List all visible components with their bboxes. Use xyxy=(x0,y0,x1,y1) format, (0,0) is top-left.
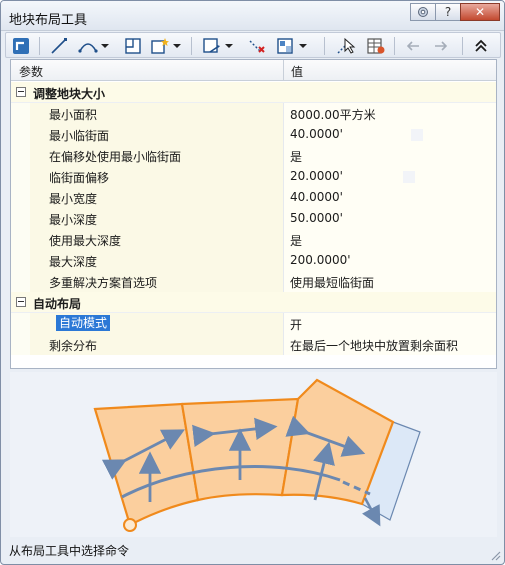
property-row[interactable]: 最小深度 50.0000' xyxy=(11,208,496,229)
parcel-1 xyxy=(93,402,200,527)
grid-header: 参数 值 xyxy=(11,60,496,81)
property-label: 最小临街面 xyxy=(49,129,110,143)
category-auto-layout[interactable]: 自动布局 xyxy=(11,292,496,313)
property-label: 多重解决方案首选项 xyxy=(49,276,158,290)
frontage-button[interactable] xyxy=(202,36,233,56)
table-icon xyxy=(367,38,385,54)
new-object-icon xyxy=(151,38,169,54)
select-tool-button[interactable] xyxy=(12,36,30,56)
category-label: 调整地块大小 xyxy=(33,87,106,101)
pick-icon xyxy=(337,37,356,54)
chevron-down-icon[interactable] xyxy=(173,44,181,48)
layout-tool-window: 地块布局工具 ? ✕ 参数 值 调整地块大小 最小面积 8000.00平方米 最… xyxy=(0,0,505,565)
layout-button[interactable] xyxy=(276,36,307,56)
property-label-selected: 自动模式 xyxy=(56,315,111,331)
window-title: 地块布局工具 xyxy=(9,13,88,28)
undo-button[interactable] xyxy=(404,36,422,56)
property-row[interactable]: 最小临街面 40.0000' xyxy=(11,124,496,145)
parcel-diagram xyxy=(93,378,421,532)
category-label: 自动布局 xyxy=(33,297,82,311)
redo-button[interactable] xyxy=(432,36,450,56)
select-icon xyxy=(13,38,29,54)
collapse-button[interactable] xyxy=(472,36,490,56)
title-bar: 地块布局工具 ? ✕ xyxy=(1,1,504,31)
line-icon xyxy=(51,38,67,54)
property-label: 最小宽度 xyxy=(49,192,98,206)
delete-vertex-icon xyxy=(249,40,265,53)
redo-icon xyxy=(435,41,448,51)
property-label: 剩余分布 xyxy=(49,339,98,353)
layout-illustration xyxy=(10,372,497,537)
property-row[interactable]: 最小宽度 40.0000' xyxy=(11,187,496,208)
property-value[interactable]: 20.0000' xyxy=(290,169,343,183)
collapse-icon xyxy=(475,39,487,52)
property-value[interactable]: 在最后一个地块中放置剩余面积 xyxy=(290,337,458,354)
table-button[interactable] xyxy=(366,36,386,56)
status-bar-text: 从布局工具中选择命令 xyxy=(9,544,130,558)
delete-vertex-button[interactable] xyxy=(248,36,268,56)
chevron-down-icon[interactable] xyxy=(225,44,233,48)
close-button[interactable]: ✕ xyxy=(460,3,500,21)
property-row[interactable]: 临街面偏移 20.0000' xyxy=(11,166,496,187)
new-object-button[interactable] xyxy=(150,36,181,56)
line-tool-button[interactable] xyxy=(50,36,68,56)
property-value[interactable]: 使用最短临街面 xyxy=(290,274,374,291)
pin-icon xyxy=(418,7,428,17)
property-row[interactable]: 自动模式 开 xyxy=(11,313,496,334)
param-column-header[interactable]: 参数 xyxy=(19,63,43,80)
value-column-header[interactable]: 值 xyxy=(291,63,303,80)
property-row[interactable]: 在偏移处使用最小临街面 是 xyxy=(11,145,496,166)
resize-grip-icon[interactable] xyxy=(489,549,501,561)
help-button[interactable]: ? xyxy=(435,3,461,21)
property-grid: 参数 值 调整地块大小 最小面积 8000.00平方米 最小临街面 40.000… xyxy=(10,59,497,369)
layout-icon xyxy=(277,38,293,54)
property-row[interactable]: 最小面积 8000.00平方米 xyxy=(11,103,496,124)
category-resize-parcels[interactable]: 调整地块大小 xyxy=(11,82,496,103)
chevron-down-icon[interactable] xyxy=(299,44,307,48)
property-label: 临街面偏移 xyxy=(49,171,110,185)
property-value[interactable]: 是 xyxy=(290,148,302,165)
property-label: 最小面积 xyxy=(49,108,98,122)
collapse-toggle-icon[interactable] xyxy=(16,297,26,307)
property-row[interactable]: 多重解决方案首选项 使用最短临街面 xyxy=(11,271,496,292)
property-value[interactable]: 40.0000' xyxy=(290,190,343,204)
property-value[interactable]: 是 xyxy=(290,232,302,249)
pin-button[interactable] xyxy=(410,3,436,21)
property-label: 最大深度 xyxy=(49,255,98,269)
polygon-tool-button[interactable] xyxy=(124,36,142,56)
property-row[interactable]: 使用最大深度 是 xyxy=(11,229,496,250)
undo-icon xyxy=(406,41,419,51)
arc-icon xyxy=(78,43,98,53)
frontage-icon xyxy=(203,38,220,53)
collapse-toggle-icon[interactable] xyxy=(16,87,26,97)
pick-button[interactable] xyxy=(336,36,356,56)
property-label: 最小深度 xyxy=(49,213,98,227)
property-value[interactable]: 8000.00平方米 xyxy=(290,106,376,123)
property-value[interactable]: 200.0000' xyxy=(290,253,351,267)
arc-tool-button[interactable] xyxy=(78,36,109,56)
property-label: 使用最大深度 xyxy=(49,234,122,248)
toolbar xyxy=(5,32,501,58)
polygon-icon xyxy=(125,38,141,54)
property-value[interactable]: 50.0000' xyxy=(290,211,343,225)
property-value[interactable]: 40.0000' xyxy=(290,127,343,141)
chevron-down-icon[interactable] xyxy=(101,44,109,48)
property-row[interactable]: 剩余分布 在最后一个地块中放置剩余面积 xyxy=(11,334,496,355)
start-point xyxy=(123,518,137,532)
property-label: 在偏移处使用最小临街面 xyxy=(49,150,182,164)
property-row[interactable]: 最大深度 200.0000' xyxy=(11,250,496,271)
property-value[interactable]: 开 xyxy=(290,316,302,333)
